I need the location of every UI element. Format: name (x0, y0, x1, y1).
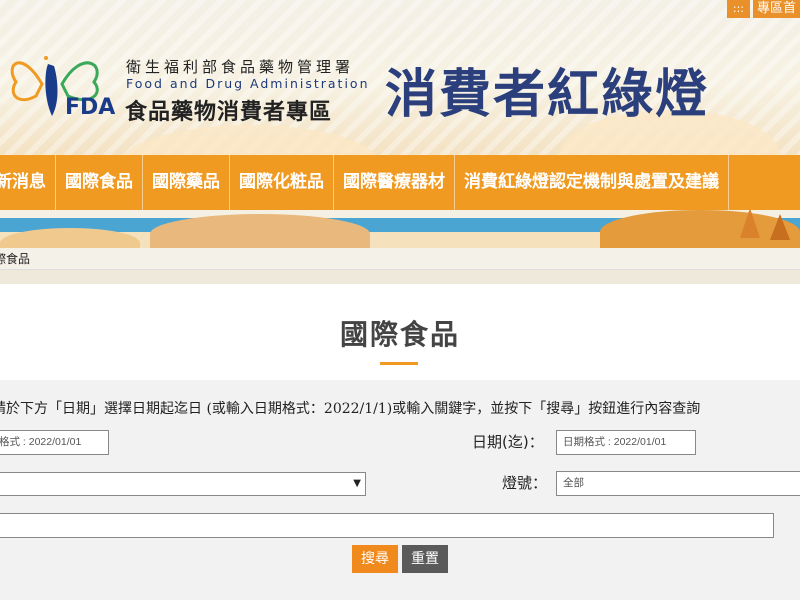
accesskey-link[interactable]: ::: (726, 0, 750, 18)
category-select[interactable]: ▼ (0, 472, 366, 496)
breadcrumb-shadow (0, 270, 800, 284)
nav-item-international-drugs[interactable]: 國際藥品 (143, 155, 230, 210)
search-button[interactable]: 搜尋 (352, 545, 398, 573)
logo-fda-text: FDA (65, 95, 116, 120)
hill-shape (150, 214, 370, 250)
title-underline (380, 362, 418, 365)
site-title: 消費者紅綠燈 (385, 64, 710, 125)
hill-shape (0, 228, 140, 250)
light-select[interactable]: 全部 (556, 471, 800, 496)
date-end-label: 日期(迄)： (472, 433, 544, 451)
nav-item-traffic-light-mechanism[interactable]: 消費紅綠燈認定機制與處置及建議 (455, 155, 729, 210)
nav-item-international-food[interactable]: 國際食品 (56, 155, 143, 210)
keyword-input[interactable] (0, 513, 774, 538)
nav-item-international-medical-devices[interactable]: 國際醫療器材 (334, 155, 455, 210)
logo-zone-name: 食品藥物消費者專區 (125, 100, 333, 125)
decorative-landscape (0, 210, 800, 250)
chevron-down-icon: ▼ (353, 478, 361, 489)
breadcrumb: 際食品 (0, 248, 800, 270)
search-instructions: 請於下方「日期」選擇日期起迄日 (或輸入日期格式：2022/1/1)或輸入關鍵字… (0, 401, 701, 417)
nav-item-news[interactable]: 新消息 (0, 155, 56, 210)
breadcrumb-current[interactable]: 際食品 (0, 252, 30, 266)
page-title: 國際食品 (339, 318, 460, 351)
logo-agency-name: 衛生福利部食品藥物管理署 (126, 58, 355, 76)
main-navigation: 新消息 國際食品 國際藥品 國際化粧品 國際醫療器材 消費紅綠燈認定機制與處置及… (0, 155, 800, 210)
zone-home-link[interactable]: 專區首 (752, 0, 800, 18)
logo-english-name: Food and Drug Administration (126, 76, 370, 91)
site-header: ::: 專區首 衛生福利部食品藥物管理署 Food and Drug Admin… (0, 0, 800, 155)
date-end-input[interactable]: 日期格式 : 2022/01/01 (556, 430, 696, 455)
tree-shape (740, 210, 760, 238)
tree-shape (770, 214, 790, 240)
nav-item-international-cosmetics[interactable]: 國際化粧品 (230, 155, 334, 210)
top-links: ::: 專區首 (726, 0, 800, 18)
date-start-input[interactable]: 格式 : 2022/01/01 (0, 430, 109, 455)
reset-button[interactable]: 重置 (402, 545, 448, 573)
light-label: 燈號： (502, 474, 548, 492)
